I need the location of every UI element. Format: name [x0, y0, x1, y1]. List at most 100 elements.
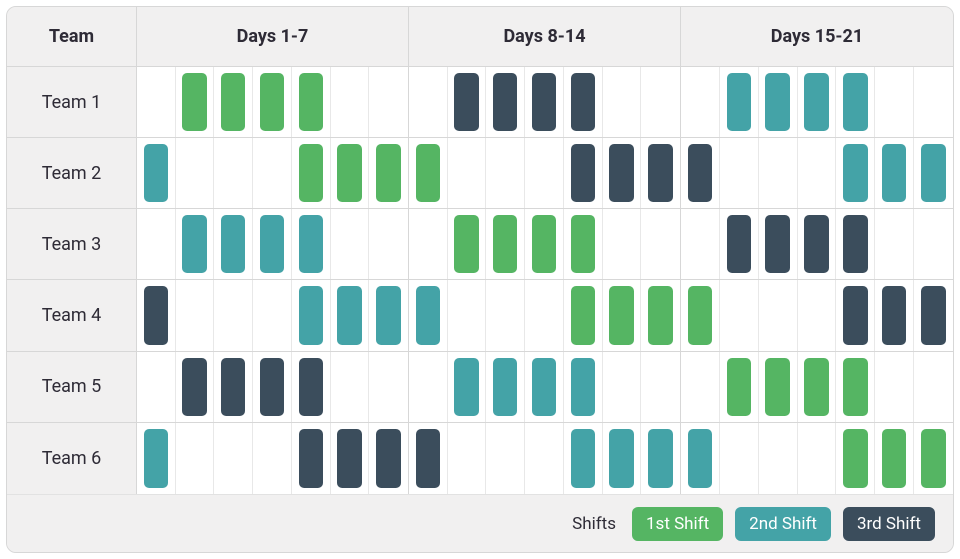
- day-cell: [486, 138, 525, 208]
- day-cell: [137, 352, 176, 422]
- legend-shift-2: 2nd Shift: [735, 507, 831, 541]
- shift-pill: [765, 73, 789, 131]
- week-cell: [409, 209, 681, 279]
- shift-pill: [609, 286, 633, 344]
- team-row: Team 5: [7, 352, 953, 423]
- day-cell: [798, 67, 837, 137]
- day-cell: [253, 209, 292, 279]
- week-cell: [681, 352, 953, 422]
- day-cell: [798, 423, 837, 494]
- team-row: Team 6: [7, 423, 953, 494]
- day-cell: [448, 138, 487, 208]
- day-cell: [798, 209, 837, 279]
- shift-pill: [688, 144, 712, 202]
- day-cell: [875, 423, 914, 494]
- shift-pill: [921, 429, 946, 488]
- week-cell: [409, 280, 681, 350]
- shift-pill: [804, 358, 828, 416]
- team-row: Team 3: [7, 209, 953, 280]
- shift-pill: [571, 286, 595, 344]
- header-week-1: Days 1-7: [137, 7, 409, 67]
- day-cell: [564, 209, 603, 279]
- shift-pill: [921, 286, 946, 344]
- day-cell: [486, 423, 525, 494]
- day-cell: [331, 280, 370, 350]
- day-cell: [720, 423, 759, 494]
- day-cell: [409, 423, 448, 494]
- week-cell: [681, 209, 953, 279]
- day-cell: [486, 280, 525, 350]
- day-cell: [720, 67, 759, 137]
- day-cell: [914, 352, 953, 422]
- day-cell: [448, 280, 487, 350]
- day-cell: [214, 423, 253, 494]
- week-cell: [409, 352, 681, 422]
- shift-pill: [727, 73, 751, 131]
- day-cell: [214, 138, 253, 208]
- day-cell: [214, 209, 253, 279]
- day-cell: [641, 423, 680, 494]
- day-cell: [641, 138, 680, 208]
- day-cell: [914, 67, 953, 137]
- day-cell: [875, 138, 914, 208]
- shift-pill: [299, 286, 323, 344]
- day-cell: [681, 352, 720, 422]
- day-cell: [681, 209, 720, 279]
- day-cell: [331, 352, 370, 422]
- day-cell: [641, 280, 680, 350]
- day-cell: [369, 280, 408, 350]
- day-cell: [603, 209, 642, 279]
- shift-pill: [571, 358, 595, 416]
- shift-pill: [144, 286, 168, 344]
- day-cell: [292, 138, 331, 208]
- week-cell: [137, 423, 409, 494]
- day-cell: [137, 138, 176, 208]
- day-cell: [759, 423, 798, 494]
- day-cell: [292, 280, 331, 350]
- shift-pill: [416, 144, 440, 202]
- shift-pill: [765, 358, 789, 416]
- team-label: Team 1: [7, 67, 137, 137]
- day-cell: [253, 352, 292, 422]
- day-cell: [836, 138, 875, 208]
- day-cell: [176, 138, 215, 208]
- shift-pill: [843, 429, 867, 488]
- day-cell: [798, 280, 837, 350]
- day-cell: [409, 280, 448, 350]
- day-cell: [914, 280, 953, 350]
- day-cell: [875, 352, 914, 422]
- week-cell: [409, 67, 681, 137]
- week-cell: [681, 67, 953, 137]
- day-cell: [448, 67, 487, 137]
- shift-pill: [376, 286, 401, 344]
- shift-pill: [882, 429, 906, 488]
- shift-pill: [299, 73, 323, 131]
- day-cell: [525, 280, 564, 350]
- shift-pill: [843, 215, 867, 273]
- shift-pill: [221, 73, 245, 131]
- day-cell: [331, 423, 370, 494]
- shift-pill: [221, 215, 245, 273]
- day-cell: [292, 352, 331, 422]
- day-cell: [914, 423, 953, 494]
- day-cell: [603, 67, 642, 137]
- day-cell: [720, 352, 759, 422]
- legend-shift-3: 3rd Shift: [843, 507, 935, 541]
- day-cell: [369, 352, 408, 422]
- shift-pill: [648, 144, 673, 202]
- shift-pill: [299, 215, 323, 273]
- shift-pill: [299, 144, 323, 202]
- schedule-body: Team 1Team 2Team 3Team 4Team 5Team 6: [7, 67, 953, 494]
- week-cell: [137, 138, 409, 208]
- week-cell: [681, 280, 953, 350]
- shift-pill: [454, 215, 478, 273]
- day-cell: [603, 280, 642, 350]
- day-cell: [214, 352, 253, 422]
- shift-pill: [260, 73, 284, 131]
- day-cell: [681, 138, 720, 208]
- week-cell: [409, 138, 681, 208]
- shift-pill: [493, 358, 517, 416]
- day-cell: [214, 67, 253, 137]
- team-label: Team 6: [7, 423, 137, 494]
- schedule-container: Team Days 1-7 Days 8-14 Days 15-21 Team …: [0, 0, 960, 559]
